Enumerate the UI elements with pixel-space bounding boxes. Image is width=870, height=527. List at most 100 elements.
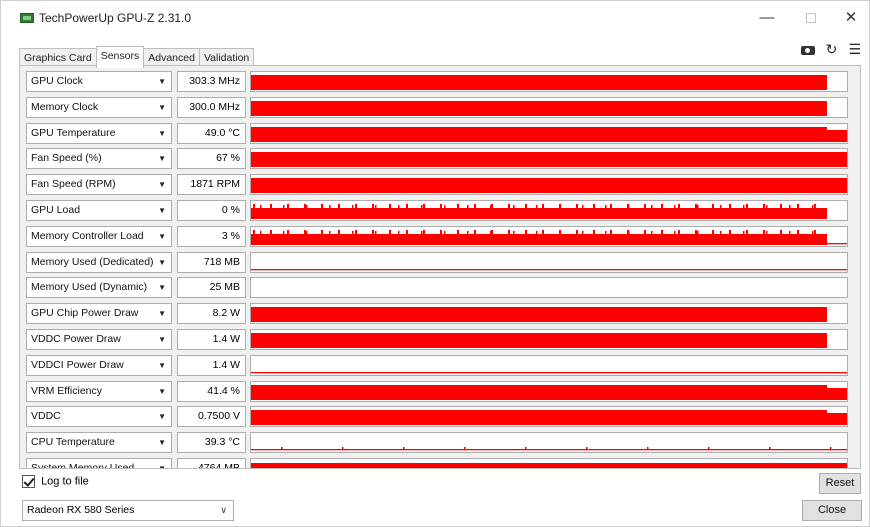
graph-bar	[251, 268, 847, 270]
gpu-select-dropdown[interactable]: Radeon RX 580 Series ∨	[22, 500, 234, 521]
sensor-value: 0.7500 V	[177, 406, 246, 428]
menu-button[interactable]: ☰	[848, 41, 861, 58]
gpuz-window: TechPowerUp GPU-Z 2.31.0 — ✕ Graphics Ca…	[0, 0, 870, 527]
sensor-name-dropdown[interactable]: GPU Clock ▼	[26, 71, 172, 92]
dropdown-arrow-icon: ▼	[158, 464, 166, 469]
sensor-name-dropdown[interactable]: VRM Efficiency ▼	[26, 380, 172, 402]
graph-bar	[355, 229, 357, 235]
graph-bar	[251, 307, 827, 323]
title-bar[interactable]: TechPowerUp GPU-Z 2.31.0 — ✕	[1, 1, 869, 35]
tab-sensors[interactable]: Sensors	[95, 46, 145, 68]
sensor-name-dropdown[interactable]: VDDC Power Draw ▼	[26, 329, 172, 350]
graph-bar	[440, 204, 442, 209]
sensor-name: VDDCI Power Draw	[31, 358, 124, 371]
tab-bar: Graphics Card Sensors Advanced Validatio…	[19, 46, 255, 68]
refresh-icon: ↻	[825, 41, 838, 57]
sensor-name-dropdown[interactable]: Memory Used (Dynamic) ▼	[26, 277, 172, 299]
sensor-name-dropdown[interactable]: GPU Chip Power Draw ▼	[26, 303, 172, 325]
graph-bar	[586, 447, 588, 451]
graph-bar	[610, 229, 612, 235]
graph-bar	[525, 447, 527, 451]
graph-bar	[251, 233, 827, 245]
graph-bar	[329, 205, 331, 209]
sensor-value: 718 MB	[177, 251, 246, 273]
sensor-graph	[250, 303, 848, 325]
sensor-name-dropdown[interactable]: Memory Clock ▼	[26, 96, 172, 118]
graph-bar	[647, 447, 649, 451]
graph-bar	[457, 229, 459, 235]
sensor-graph-svg	[251, 371, 847, 374]
sensor-value: 4764 MB	[177, 458, 246, 468]
sensor-name-dropdown[interactable]: Fan Speed (RPM) ▼	[26, 174, 172, 196]
graph-bar	[283, 230, 285, 235]
maximize-icon	[806, 13, 816, 24]
graph-bar	[421, 205, 423, 209]
dropdown-arrow-icon: ▼	[158, 206, 166, 215]
sensor-name: System Memory Used	[31, 462, 135, 469]
graph-bar	[251, 371, 847, 374]
graph-bar	[304, 204, 306, 209]
close-window-button[interactable]: ✕	[829, 5, 870, 33]
sensor-name-dropdown[interactable]: CPU Temperature ▼	[26, 432, 172, 454]
sensor-name-dropdown[interactable]: System Memory Used ▼	[26, 458, 172, 469]
graph-bar	[474, 229, 476, 235]
sensor-graph-svg	[251, 307, 827, 323]
sensor-name-dropdown[interactable]: VDDCI Power Draw ▼	[26, 354, 172, 376]
dropdown-arrow-icon: ▼	[158, 386, 166, 396]
graph-bar	[789, 205, 791, 209]
graph-bar	[610, 204, 612, 209]
graph-bar	[321, 204, 323, 209]
graph-bar	[375, 205, 377, 209]
sensor-name-dropdown[interactable]: Memory Used (Dedicated) ▼	[26, 251, 172, 273]
graph-bar	[559, 230, 561, 235]
sensor-name: VRM Efficiency	[31, 384, 102, 397]
screenshot-button[interactable]	[800, 42, 815, 58]
sensor-value: 49.0 °C	[177, 122, 246, 144]
sensor-graph-svg	[251, 204, 827, 219]
graph-bar	[406, 204, 408, 209]
checkbox-checked-icon[interactable]	[22, 475, 35, 488]
graph-bar	[342, 447, 344, 451]
gpu-select-value: Radeon RX 580 Series	[27, 504, 135, 516]
graph-bar	[389, 229, 391, 235]
minimize-button[interactable]: —	[745, 5, 789, 33]
graph-bar	[729, 204, 731, 209]
sensor-graph-svg	[251, 229, 847, 245]
camera-icon	[800, 46, 815, 56]
sensor-row: Fan Speed (%) ▼ 67 %	[26, 148, 856, 170]
graph-bar	[720, 205, 722, 209]
graph-bar	[389, 204, 391, 209]
sensor-name-dropdown[interactable]: Fan Speed (%) ▼	[26, 148, 172, 170]
close-button[interactable]: Close	[802, 500, 862, 521]
sensor-graph-svg	[251, 152, 847, 168]
sensor-row: GPU Temperature ▼ 49.0 °C	[26, 122, 856, 145]
graph-bar	[697, 230, 699, 235]
log-to-file-checkbox[interactable]: Log to file	[22, 475, 89, 493]
graph-bar	[628, 230, 630, 235]
refresh-button[interactable]: ↻	[826, 41, 838, 58]
graph-bar	[251, 463, 847, 468]
reset-button[interactable]: Reset	[819, 473, 861, 494]
sensor-name: Memory Controller Load	[31, 229, 144, 242]
sensor-name-dropdown[interactable]: GPU Temperature ▼	[26, 122, 172, 144]
graph-bar	[464, 447, 466, 451]
graph-bar	[661, 204, 663, 209]
sensor-graph	[250, 380, 848, 402]
sensor-graph	[250, 122, 848, 144]
graph-bar	[812, 230, 814, 235]
sensor-name: GPU Temperature	[31, 126, 116, 139]
sensor-name-dropdown[interactable]: VDDC ▼	[26, 406, 172, 428]
graph-bar	[251, 126, 827, 142]
sensor-name-dropdown[interactable]: Memory Controller Load ▼	[26, 225, 172, 247]
sensor-name-dropdown[interactable]: GPU Load ▼	[26, 200, 172, 221]
sensor-value: 0 %	[177, 200, 246, 221]
graph-bar	[270, 204, 272, 209]
sensor-graph	[250, 96, 848, 118]
maximize-button[interactable]	[789, 5, 833, 33]
graph-bar	[559, 205, 561, 209]
sensor-value: 39.3 °C	[177, 432, 246, 454]
graph-bar	[678, 229, 680, 235]
graph-bar	[542, 229, 544, 235]
graph-bar	[508, 229, 510, 235]
graph-bar	[281, 447, 283, 451]
